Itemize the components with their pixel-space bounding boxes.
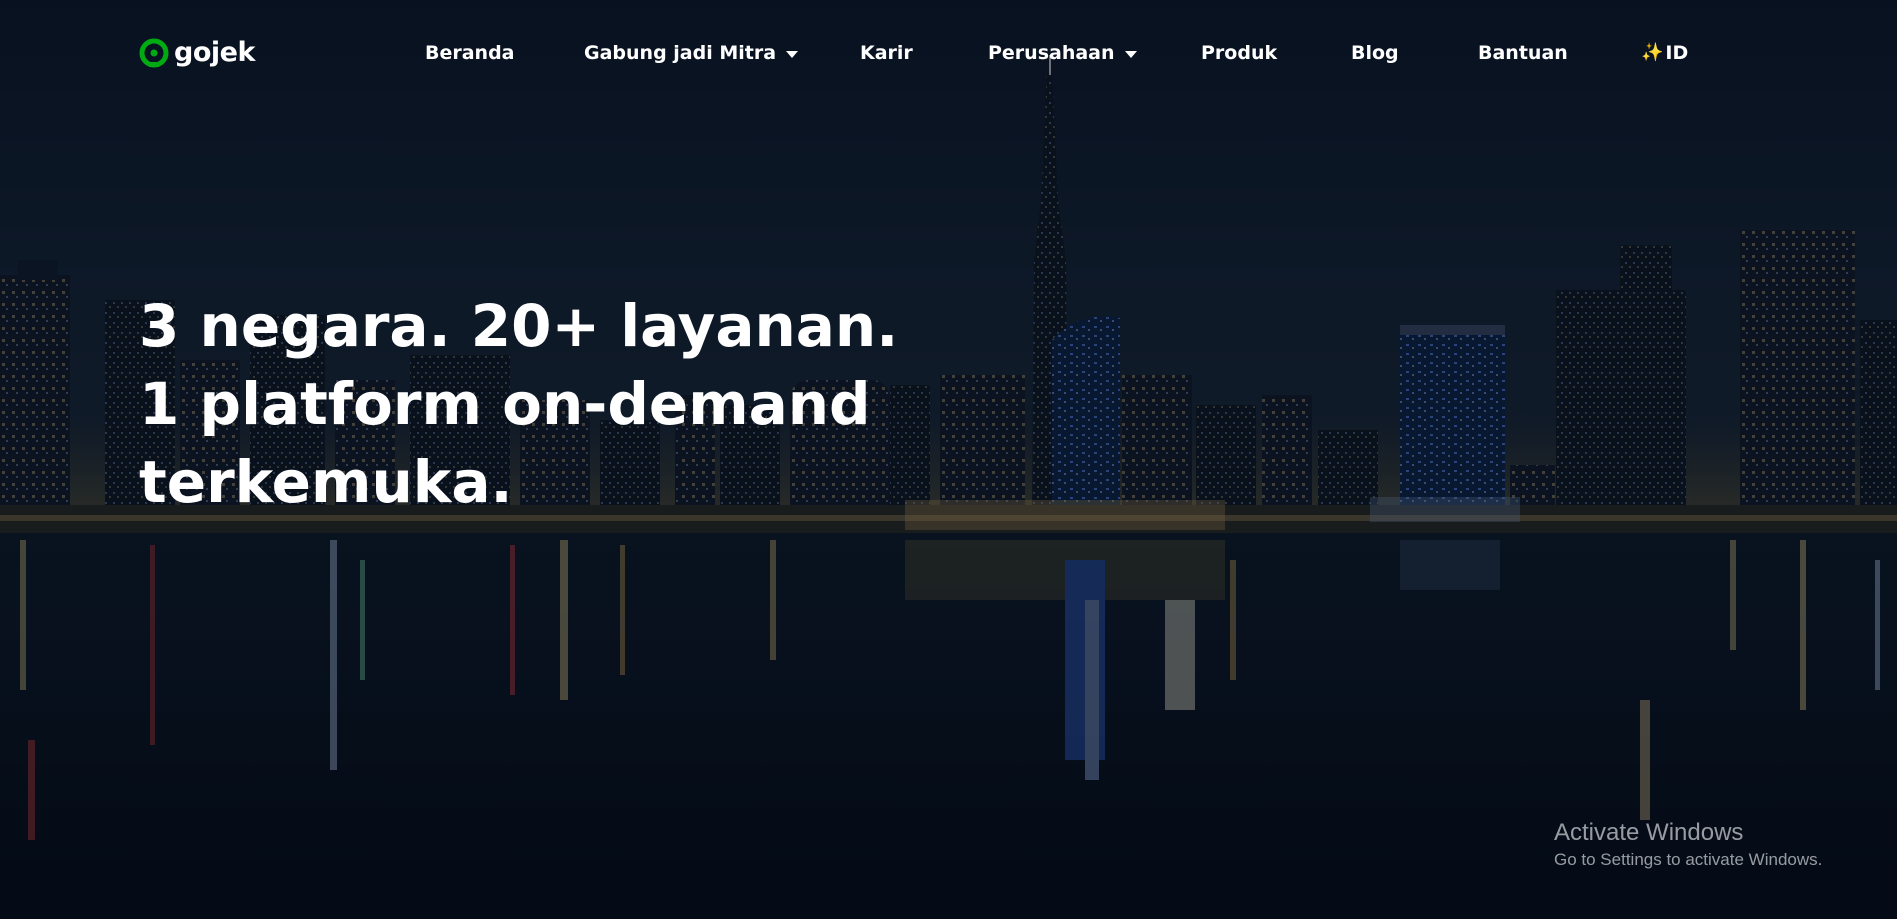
watermark-title: Activate Windows [1554,819,1744,846]
nav-item-blog[interactable]: Blog [1351,38,1399,68]
gojek-logo[interactable]: gojek [139,38,255,68]
language-label: ID [1665,42,1689,64]
nav-item-label: Gabung jadi Mitra [584,42,777,64]
language-switcher[interactable]: ✨ ID [1641,38,1688,68]
nav-item-label: Blog [1351,42,1399,64]
hero-headline: 3 negara. 20+ layanan. 1 platform on-dem… [139,292,899,516]
chevron-down-icon [1124,50,1137,58]
nav-item-label: Bantuan [1478,42,1568,64]
nav-item-label: Perusahaan [988,42,1115,64]
nav-item-label: Karir [860,42,913,64]
gojek-homepage: gojek Beranda Gabung jadi Mitra Karir Pe… [0,0,1897,919]
watermark-subtitle: Go to Settings to activate Windows. [1554,850,1823,869]
nav-item-beranda[interactable]: Beranda [425,38,515,68]
chevron-down-icon [786,50,799,58]
nav-item-produk[interactable]: Produk [1201,38,1277,68]
nav-item-bantuan[interactable]: Bantuan [1478,38,1568,68]
nav-item-karir[interactable]: Karir [860,38,913,68]
nav-item-label: Produk [1201,42,1278,64]
nav-item-label: Beranda [425,42,515,64]
nav-item-gabung-jadi-mitra[interactable]: Gabung jadi Mitra [584,38,799,68]
windows-activation-watermark: Activate Windows Go to Settings to activ… [1554,818,1822,872]
sparkle-icon: ✨ [1641,42,1664,63]
gojek-logo-icon [139,38,169,68]
top-navigation: gojek Beranda Gabung jadi Mitra Karir Pe… [0,0,1897,104]
nav-item-perusahaan[interactable]: Perusahaan [988,38,1137,68]
logo-text: gojek [174,37,255,68]
